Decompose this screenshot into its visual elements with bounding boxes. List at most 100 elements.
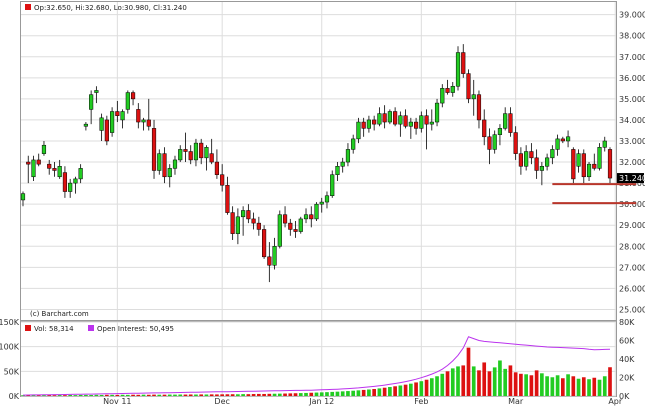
candle-down [26, 161, 31, 165]
volume-bar [330, 391, 335, 396]
candle-up [492, 134, 497, 150]
volume-bar [545, 376, 549, 396]
candle-up [314, 203, 319, 220]
volume-left-tick-label: 150K [0, 318, 20, 327]
volume-bar [592, 377, 597, 396]
volume-bar [283, 393, 287, 396]
price-tick-label: 25.000 [619, 305, 645, 314]
last-price-text: 31.240 [619, 174, 645, 183]
candle-down [246, 210, 251, 220]
candle-down [482, 119, 487, 138]
date-tick-label: Apr [608, 397, 623, 406]
candle-down [130, 92, 136, 100]
volume-bar [429, 378, 434, 396]
candle-down [309, 214, 314, 220]
candle-up [20, 193, 26, 201]
volume-bar [204, 394, 209, 396]
candle-down [251, 218, 256, 224]
volume-bar [125, 394, 130, 396]
candle-down [361, 121, 366, 129]
price-tick-label: 37.000 [619, 53, 645, 62]
candle-up [471, 94, 476, 100]
volume-bar [477, 370, 481, 396]
candle-down [461, 52, 466, 74]
volume-bar [293, 393, 298, 396]
volume-bar [63, 395, 67, 396]
candle-down [146, 119, 151, 127]
price-tick-label: 34.000 [619, 116, 645, 125]
volume-bar [152, 394, 156, 396]
volume-bar [372, 388, 376, 396]
candle-up [524, 151, 529, 167]
volume-bar [492, 367, 497, 396]
volume-bar [277, 393, 282, 396]
volume-bar [78, 394, 83, 396]
volume-bar [597, 379, 602, 396]
candle-up [241, 210, 246, 218]
volume-bar [456, 366, 460, 396]
candle-up [157, 153, 162, 171]
volume-bar [466, 347, 471, 396]
candle-up [602, 140, 607, 148]
volume-bar [409, 383, 413, 396]
volume-right-tick-label: 40K [619, 355, 635, 364]
candle-down [534, 157, 539, 171]
volume-bar [68, 395, 73, 396]
date-tick-label: Dec [214, 397, 229, 406]
volume-bar [356, 390, 361, 396]
candle-down [267, 256, 272, 266]
candle-up [539, 166, 544, 171]
candle-up [387, 111, 392, 123]
candle-up [565, 136, 571, 142]
oi-legend-swatch [88, 325, 94, 331]
volume-bar [47, 395, 52, 396]
candle-down [262, 229, 267, 258]
candle-down [214, 161, 220, 175]
date-tick-label: Nov 11 [103, 397, 131, 406]
volume-bar [571, 376, 576, 396]
candle-down [220, 174, 225, 186]
volume-bar [367, 389, 371, 396]
volume-bar [587, 379, 591, 396]
candle-up [73, 178, 78, 184]
candle-up [89, 94, 94, 110]
candle-down [188, 151, 193, 161]
volume-bar [230, 394, 235, 396]
candle-up [497, 128, 503, 135]
candle-up [366, 119, 371, 129]
candle-up [57, 166, 62, 178]
volume-bar [382, 387, 387, 396]
candle-down [560, 138, 565, 142]
volume-bar [146, 394, 151, 396]
price-tick-label: 30.000 [619, 200, 645, 209]
date-tick-label: Jan 12 [308, 397, 334, 406]
candle-down [487, 136, 492, 150]
candle-down [372, 119, 377, 125]
volume-bar [298, 393, 303, 396]
volume-bar [162, 394, 167, 396]
candle-up [298, 218, 303, 232]
volume-bar [257, 393, 261, 396]
volume-bar [503, 368, 508, 396]
candle-up [172, 159, 178, 169]
volume-right-tick-label: 60K [619, 337, 635, 346]
volume-bar [419, 381, 424, 396]
candle-up [41, 144, 47, 154]
candle-up [335, 166, 340, 175]
volume-bar [393, 386, 397, 396]
candle-up [319, 201, 324, 205]
price-tick-label: 33.000 [619, 137, 645, 146]
candle-down [508, 113, 513, 133]
candle-up [125, 92, 130, 110]
volume-bar [581, 377, 586, 396]
volume-y-axis-left: 0K 50K 100K 150K [0, 318, 20, 401]
volume-bar [482, 362, 487, 396]
candle-down [403, 115, 408, 127]
candle-up [434, 102, 440, 123]
volume-bar [89, 395, 93, 396]
candle-up [450, 85, 455, 93]
volume-bar [540, 373, 544, 396]
candle-up [330, 174, 335, 196]
candle-up [398, 115, 403, 125]
candle-down [413, 121, 419, 129]
